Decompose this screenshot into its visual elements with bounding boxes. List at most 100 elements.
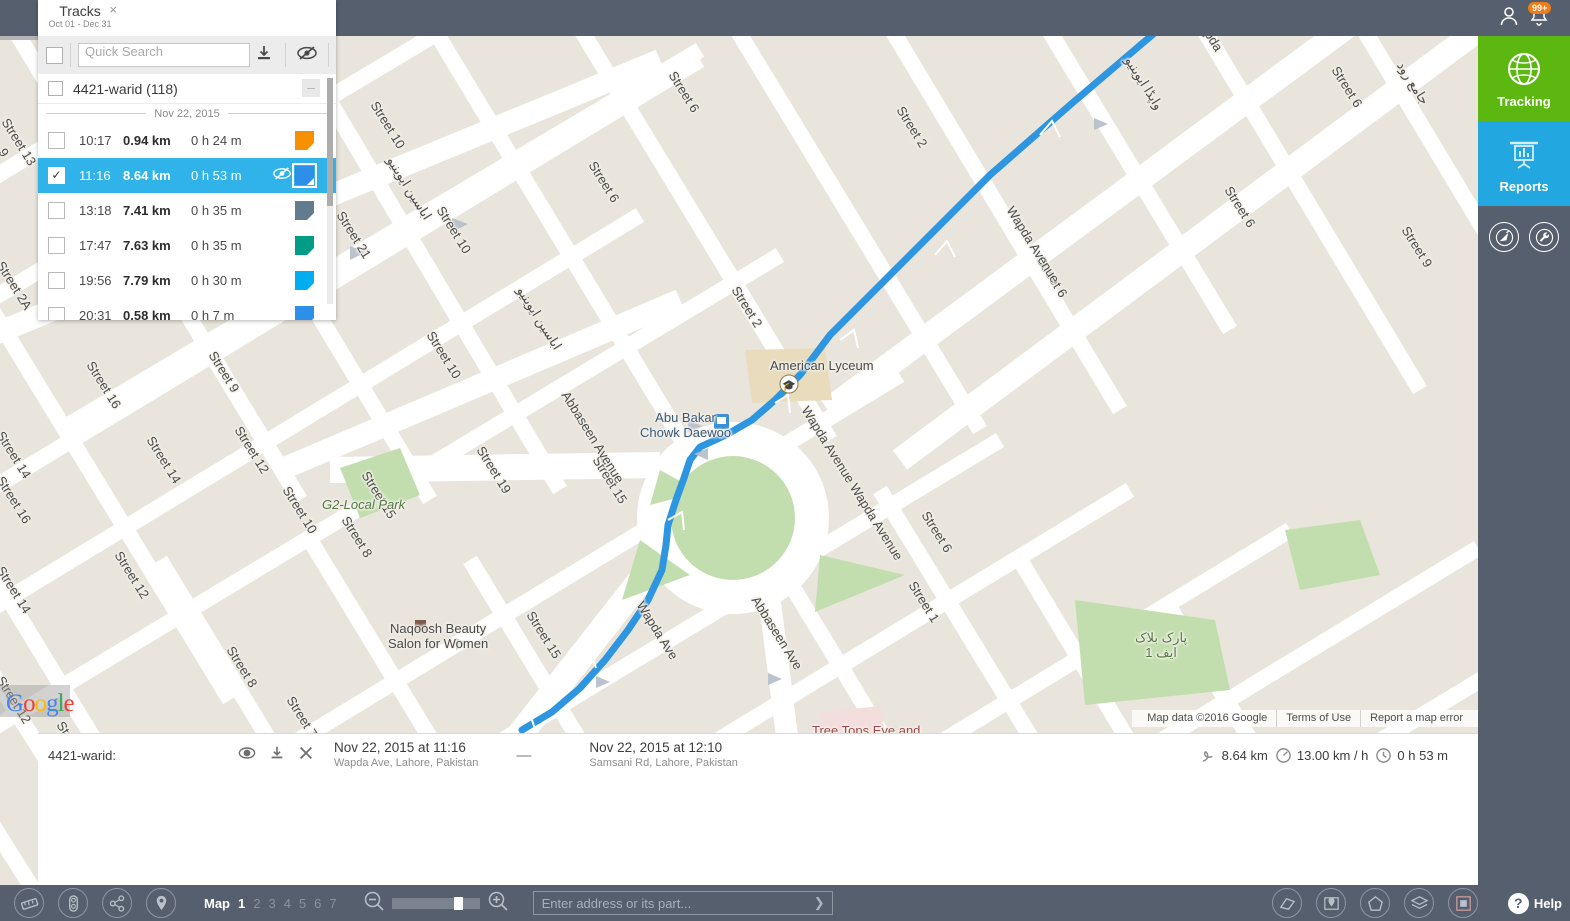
tab-container: Tracks Oct 01 - Dec 31 × xyxy=(38,0,336,36)
zoom-control xyxy=(363,890,509,917)
map-page-3[interactable]: 3 xyxy=(268,896,275,911)
help-button[interactable]: ? Help xyxy=(1507,889,1562,917)
track-row-color-swatch[interactable] xyxy=(292,163,317,188)
attrib-report[interactable]: Report a map error xyxy=(1360,710,1472,727)
divider xyxy=(285,43,286,67)
sidebar-top-row: 99+ xyxy=(1478,0,1570,36)
track-row[interactable]: 10:17 0.94 km 0 h 24 m xyxy=(38,123,336,158)
reports-label: Reports xyxy=(1499,178,1549,194)
date-label: Nov 22, 2015 xyxy=(154,107,220,120)
tab-tracks[interactable]: Tracks Oct 01 - Dec 31 × xyxy=(38,0,122,36)
export-track-download-icon[interactable] xyxy=(269,745,285,766)
track-row-checkbox[interactable] xyxy=(48,272,65,289)
polygon-icon[interactable] xyxy=(1360,888,1390,918)
salon-poi-marker xyxy=(415,620,426,631)
unit-group-row[interactable]: 4421-warid (118) – xyxy=(38,74,336,104)
address-submit-chevron-icon[interactable]: ❯ xyxy=(814,895,825,911)
attrib-terms[interactable]: Terms of Use xyxy=(1276,710,1360,727)
track-row-color-swatch[interactable] xyxy=(295,201,314,220)
track-row-eye-slash-icon[interactable] xyxy=(269,166,295,186)
track-row-color-swatch[interactable] xyxy=(295,236,314,255)
map-page-5[interactable]: 5 xyxy=(299,896,306,911)
track-row-time: 20:31 xyxy=(79,308,112,320)
map-page-1[interactable]: 1 xyxy=(238,896,245,911)
track-row-distance: 8.64 km xyxy=(123,168,171,183)
screenshot-icon[interactable] xyxy=(1448,888,1478,918)
track-row[interactable]: 20:31 0.58 km 0 h 7 m xyxy=(38,298,336,320)
track-row-color-swatch[interactable] xyxy=(295,131,314,150)
duration-value: 0 h 53 m xyxy=(1397,747,1448,763)
track-row-time: 19:56 xyxy=(79,273,112,288)
traffic-light-icon[interactable] xyxy=(58,888,88,918)
map-page-4[interactable]: 4 xyxy=(284,896,291,911)
eraser-icon[interactable] xyxy=(1272,888,1302,918)
geofence-tool-icon[interactable] xyxy=(1489,222,1519,252)
group-checkbox[interactable] xyxy=(48,81,63,96)
track-row-distance: 0.94 km xyxy=(123,133,171,148)
collapse-button[interactable]: – xyxy=(302,79,320,97)
track-row[interactable]: 19:56 7.79 km 0 h 30 m xyxy=(38,263,336,298)
help-label: Help xyxy=(1533,895,1562,911)
map-page-2[interactable]: 2 xyxy=(253,896,260,911)
clock-icon xyxy=(1376,747,1392,763)
track-row[interactable]: 13:18 7.41 km 0 h 35 m xyxy=(38,193,336,228)
help-question-icon: ? xyxy=(1507,892,1529,914)
measure-distance-icon[interactable] xyxy=(14,888,44,918)
info-action-icons xyxy=(238,745,314,766)
geofence-icon[interactable] xyxy=(1316,888,1346,918)
google-logo: Google xyxy=(6,690,75,717)
track-row-checkbox[interactable] xyxy=(48,237,65,254)
map-page-6[interactable]: 6 xyxy=(314,896,321,911)
track-row[interactable]: ✓ 11:16 8.64 km 0 h 53 m xyxy=(38,158,336,193)
hide-all-eye-slash-icon[interactable] xyxy=(293,45,321,66)
address-placeholder: Enter address or its part... xyxy=(541,895,692,911)
track-row-checkbox[interactable] xyxy=(48,132,65,149)
track-row-duration: 0 h 7 m xyxy=(191,308,235,320)
delete-track-icon[interactable] xyxy=(298,745,314,766)
zoom-slider[interactable] xyxy=(391,896,480,910)
track-row-distance: 7.63 km xyxy=(123,238,171,253)
track-row-distance: 7.79 km xyxy=(123,273,171,288)
download-icon[interactable] xyxy=(250,44,278,67)
track-row-checkbox[interactable] xyxy=(48,307,65,320)
mileage-value: 8.64 km xyxy=(1221,747,1268,763)
layers-icon[interactable] xyxy=(1404,888,1434,918)
end-time: Nov 22, 2015 at 12:10 xyxy=(589,740,723,755)
close-icon[interactable]: × xyxy=(109,2,117,17)
track-row-time: 13:18 xyxy=(79,203,112,218)
share-icon[interactable] xyxy=(102,888,132,918)
track-row-checkbox[interactable] xyxy=(48,202,65,219)
map-marker-icon[interactable] xyxy=(146,888,176,918)
settings-wrench-icon[interactable] xyxy=(1529,222,1559,252)
track-row-duration: 0 h 35 m xyxy=(191,238,242,253)
user-icon[interactable] xyxy=(1498,5,1520,32)
select-all-checkbox[interactable] xyxy=(46,46,63,64)
track-row-time: 11:16 xyxy=(79,168,111,183)
track-row[interactable]: 17:47 7.63 km 0 h 35 m xyxy=(38,228,336,263)
trip-end: Nov 22, 2015 at 12:10 Samsani Rd, Lahore… xyxy=(589,740,738,770)
attrib-copyright: Map data ©2016 Google xyxy=(1147,712,1268,724)
zoom-slider-thumb[interactable] xyxy=(453,896,463,910)
map-page-7[interactable]: 7 xyxy=(329,896,336,911)
speed-value: 13.00 km / h xyxy=(1296,747,1369,763)
reports-chart-icon xyxy=(1510,141,1538,169)
zoom-out-icon[interactable] xyxy=(363,890,385,917)
track-row-color-swatch[interactable] xyxy=(295,306,314,320)
track-row-checkbox[interactable]: ✓ xyxy=(48,167,65,184)
sidebar-item-reports[interactable]: Reports xyxy=(1478,121,1570,206)
right-sidebar: 99+ Tracking Reports ? Help xyxy=(1478,0,1570,921)
tab-subtitle: Oct 01 - Dec 31 xyxy=(48,19,112,29)
address-search-input[interactable]: Enter address or its part... ❯ xyxy=(532,891,833,915)
trip-stats: 8.64 km 13.00 km / h 0 h 53 m xyxy=(1200,747,1478,764)
track-row-duration: 0 h 24 m xyxy=(191,133,242,148)
track-row-color-swatch[interactable] xyxy=(295,271,314,290)
zoom-in-icon[interactable] xyxy=(487,890,509,917)
sidebar-item-tracking[interactable]: Tracking xyxy=(1478,36,1570,121)
show-track-eye-icon[interactable] xyxy=(238,746,256,765)
quick-search-input[interactable]: Quick Search xyxy=(78,43,250,67)
info-unit-name: 4421-warid: xyxy=(48,747,116,763)
bottom-toolbar: Map 1 2 3 4 5 6 7 Enter address or its p… xyxy=(0,885,1478,921)
panel-scrollbar-thumb[interactable] xyxy=(327,78,333,206)
end-place: Samsani Rd, Lahore, Pakistan xyxy=(589,757,738,769)
start-place: Wapda Ave, Lahore, Pakistan xyxy=(334,757,479,769)
